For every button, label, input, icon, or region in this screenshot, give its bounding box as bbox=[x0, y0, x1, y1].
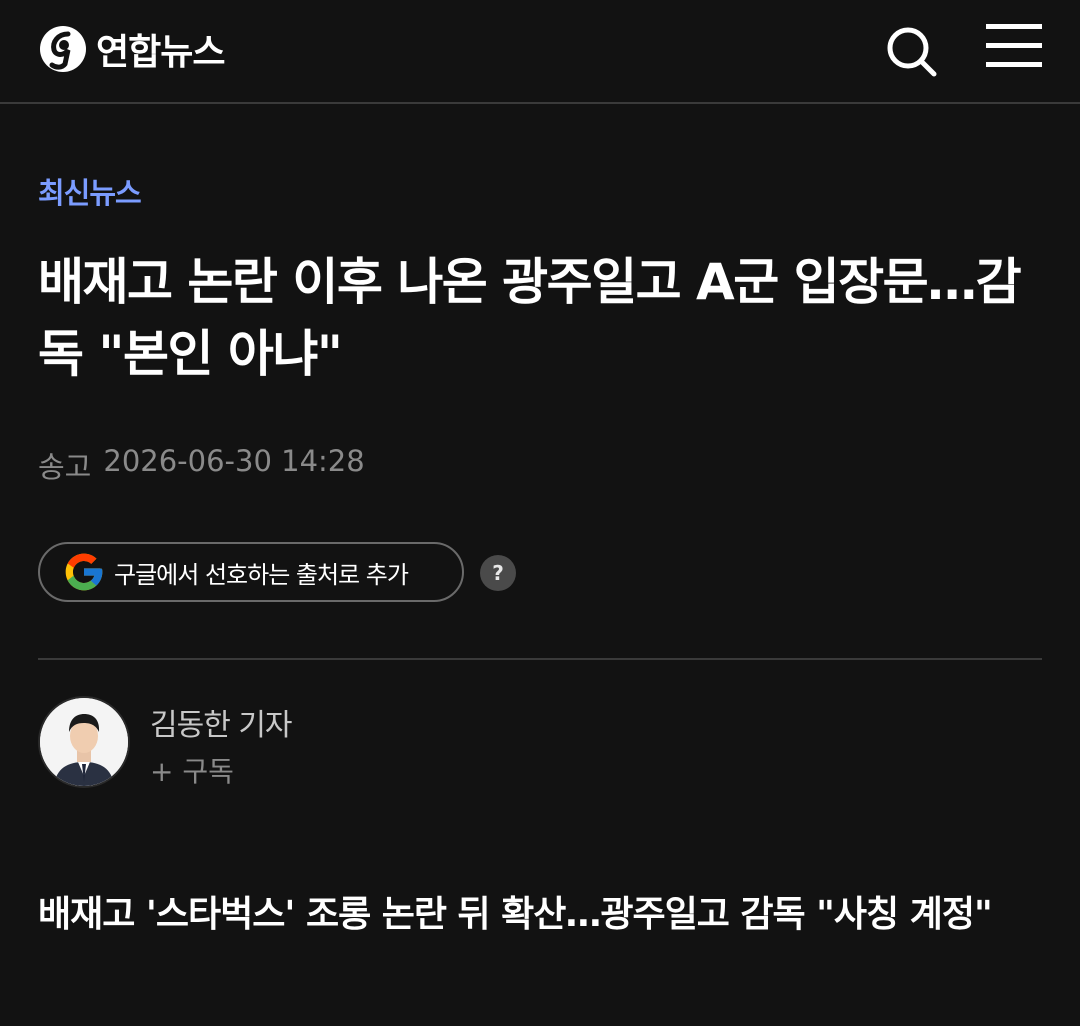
yonhap-logo-icon bbox=[40, 26, 86, 72]
help-icon: ? bbox=[492, 561, 504, 585]
add-google-preferred-source-button[interactable]: 구글에서 선호하는 출처로 추가 bbox=[38, 542, 464, 602]
article-subhead: 배재고 '스타벅스' 조롱 논란 뒤 확산…광주일고 감독 "사칭 계정" bbox=[38, 894, 993, 935]
logo-text: 연합뉴스 bbox=[96, 32, 225, 73]
published-label: 송고 bbox=[38, 450, 92, 484]
category-label[interactable]: 최신뉴스 bbox=[38, 170, 142, 212]
article-title: 배재고 논란 이후 나온 광주일고 A군 입장문…감독 "본인 아냐" bbox=[38, 253, 1022, 383]
help-button[interactable]: ? bbox=[480, 555, 516, 591]
google-icon bbox=[65, 553, 103, 591]
article-page: 연합뉴스 최신뉴스 배재고 논란 이후 나온 광주일고 A군 입장문…감독 "본… bbox=[0, 0, 1080, 1026]
google-button-label: 구글에서 선호하는 출처로 추가 bbox=[114, 560, 409, 589]
yonhap-logo[interactable]: 연합뉴스 bbox=[38, 22, 225, 76]
subscribe-button[interactable]: + 구독 bbox=[150, 750, 234, 790]
divider bbox=[38, 658, 1042, 660]
reporter-name[interactable]: 김동한 기자 bbox=[150, 700, 293, 744]
hamburger-menu-icon bbox=[986, 24, 1042, 67]
published-info: 송고 2026-06-30 14:28 bbox=[38, 444, 365, 486]
search-icon bbox=[887, 27, 937, 77]
reporter-avatar[interactable] bbox=[38, 696, 130, 788]
top-header: 연합뉴스 bbox=[0, 0, 1080, 104]
reporter-photo bbox=[40, 698, 128, 786]
search-button[interactable] bbox=[884, 24, 938, 78]
published-time: 2026-06-30 14:28 bbox=[103, 444, 365, 478]
menu-button[interactable] bbox=[984, 24, 1044, 70]
